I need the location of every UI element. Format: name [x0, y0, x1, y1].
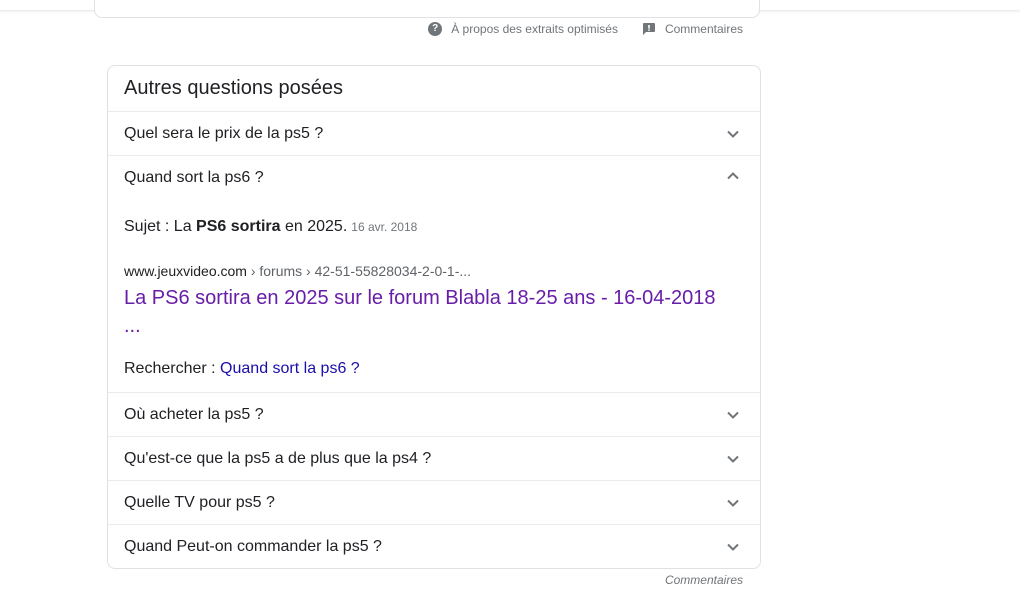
chevron-down-icon	[727, 455, 739, 463]
chevron-down-icon	[727, 130, 739, 138]
answer-bold: PS6 sortira	[196, 218, 281, 235]
paa-question-ps6-release[interactable]: Quand sort la ps6 ?	[124, 156, 264, 199]
paa-question-ps5-vs-ps4[interactable]: Qu'est-ce que la ps5 a de plus que la ps…	[108, 437, 760, 481]
answer-snippet: Sujet : La PS6 sortira en 2025. 16 avr. 2…	[124, 218, 417, 236]
snippet-feedback-label: Commentaires	[664, 22, 743, 36]
chevron-down-icon	[727, 411, 739, 419]
chevron-up-icon[interactable]	[726, 169, 740, 183]
question-text: Quelle TV pour ps5 ?	[124, 494, 275, 511]
answer-suffix: en 2025.	[280, 218, 348, 235]
question-text: Quel sera le prix de la ps5 ?	[124, 125, 324, 142]
paa-question-order-ps5[interactable]: Quand Peut-on commander la ps5 ?	[108, 525, 760, 568]
people-also-ask-box: Autres questions posées Quel sera le pri…	[107, 65, 761, 569]
paa-question-ps5-price[interactable]: Quel sera le prix de la ps5 ?	[108, 112, 760, 156]
chevron-down-icon	[727, 499, 739, 507]
paa-title: Autres questions posées	[108, 66, 760, 112]
answer-date: 16 avr. 2018	[351, 220, 418, 234]
result-title-link[interactable]: La PS6 sortira en 2025 sur le forum Blab…	[124, 284, 734, 340]
search-suggestion: Rechercher : Quand sort la ps6 ?	[124, 360, 360, 378]
snippet-feedback-link[interactable]: Commentaires	[642, 22, 743, 36]
about-snippets-label: À propos des extraits optimisés	[451, 22, 618, 36]
paa-question-tv-ps5[interactable]: Quelle TV pour ps5 ?	[108, 481, 760, 525]
paa-question-buy-ps5[interactable]: Où acheter la ps5 ?	[108, 393, 760, 437]
question-text: Où acheter la ps5 ?	[124, 406, 264, 423]
result-breadcrumb: www.jeuxvideo.com › forums › 42-51-55828…	[124, 263, 471, 279]
question-text: Qu'est-ce que la ps5 a de plus que la ps…	[124, 450, 432, 467]
question-text: Quand sort la ps6 ?	[124, 169, 264, 186]
about-snippets-link[interactable]: ? À propos des extraits optimisés	[428, 22, 618, 36]
help-circle-icon: ?	[428, 22, 443, 36]
search-query-link[interactable]: Quand sort la ps6 ?	[220, 360, 360, 377]
featured-snippet-card	[94, 0, 760, 18]
paa-feedback-link[interactable]: Commentaires	[665, 573, 743, 587]
question-text: Quand Peut-on commander la ps5 ?	[124, 538, 382, 555]
result-path: › forums › 42-51-55828034-2-0-1-...	[246, 263, 472, 279]
answer-prefix: Sujet : La	[124, 218, 197, 235]
chevron-down-icon	[727, 543, 739, 551]
paa-question-ps6-release-expanded: Quand sort la ps6 ? Sujet : La PS6 sorti…	[108, 156, 760, 393]
search-label: Rechercher :	[124, 360, 221, 377]
result-site: www.jeuxvideo.com	[124, 263, 247, 279]
feedback-flag-icon	[642, 23, 655, 35]
featured-snippet-footer: ? À propos des extraits optimisés Commen…	[428, 20, 743, 38]
